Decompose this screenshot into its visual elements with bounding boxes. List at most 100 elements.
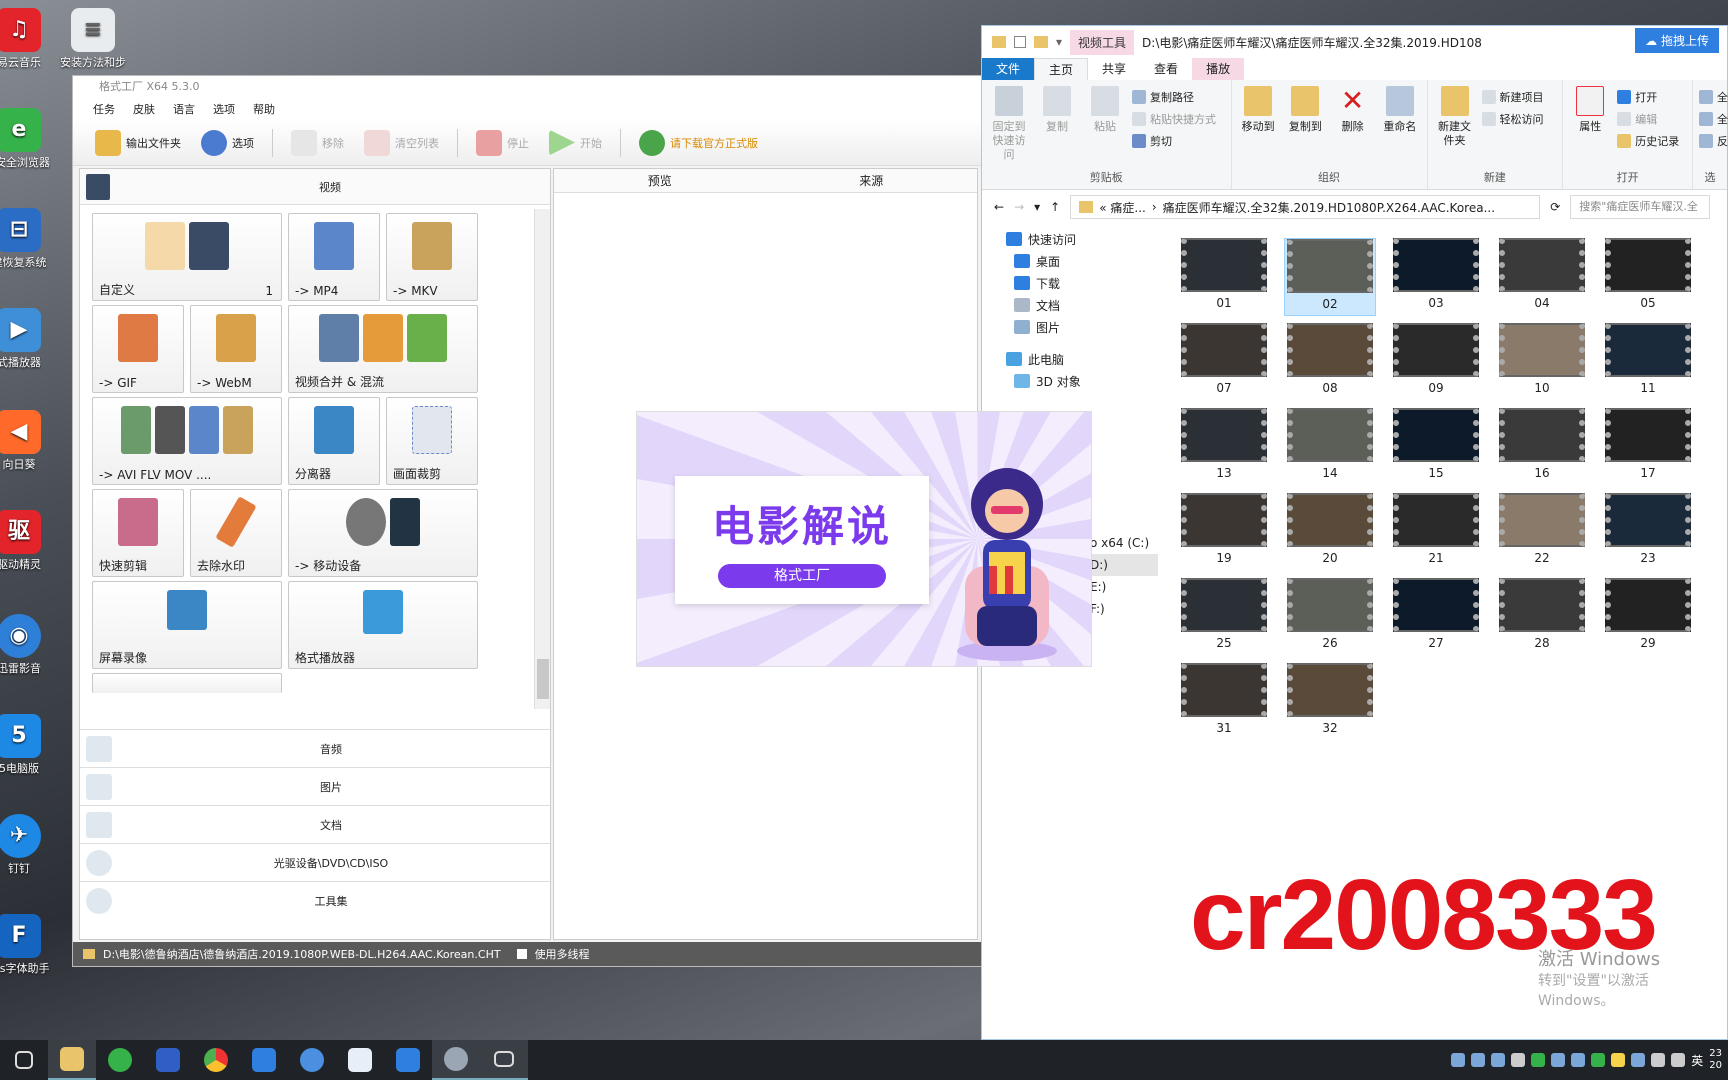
tray-netdisk-icon[interactable]	[1491, 1053, 1506, 1067]
category-image[interactable]: 图片	[80, 767, 550, 805]
tile-avi-flv-mov[interactable]: -> AVI FLV MOV ....	[92, 397, 282, 485]
tab-file[interactable]: 文件	[982, 58, 1035, 80]
context-tab-video-tools[interactable]: 视频工具	[1070, 29, 1135, 55]
desktop-icon-sunflower[interactable]: ◀ 向日葵	[0, 410, 56, 472]
download-notice-link[interactable]: 请下载官方正式版	[631, 129, 766, 156]
desktop-icon-browser[interactable]: e 0安全浏览器	[0, 108, 56, 170]
taskbar-netdisk[interactable]	[336, 1040, 384, 1080]
copy-path-button[interactable]: 复制路径	[1132, 86, 1216, 108]
menu-language[interactable]: 语言	[173, 101, 195, 117]
tray-display-icon[interactable]	[1631, 1053, 1646, 1067]
video-file-thumbnail[interactable]: 25	[1178, 578, 1270, 656]
start-button[interactable]: 开始	[541, 129, 610, 156]
tile-custom[interactable]: 自定义 1	[92, 213, 282, 301]
video-file-thumbnail[interactable]: 28	[1496, 578, 1588, 656]
desktop-icon-doc[interactable]: ≡ 安装方法和步	[56, 8, 130, 70]
video-file-thumbnail[interactable]: 07	[1178, 323, 1270, 401]
tray-security-icon[interactable]	[1591, 1053, 1606, 1067]
output-folder-button[interactable]: 输出文件夹	[87, 129, 189, 156]
tile-partial[interactable]	[92, 673, 282, 693]
desktop-icon-music[interactable]: ♫ 易云音乐	[0, 8, 56, 70]
category-tools[interactable]: 工具集	[80, 881, 550, 919]
category-audio[interactable]: 音频	[80, 729, 550, 767]
cut-button[interactable]: 剪切	[1132, 130, 1216, 152]
remove-button[interactable]: 移除	[283, 129, 352, 156]
column-source[interactable]: 来源	[766, 169, 978, 192]
nav-quick-access[interactable]: 快速访问	[982, 228, 1158, 250]
tile-crop[interactable]: 画面裁剪	[386, 397, 478, 485]
checkbox-icon[interactable]	[1014, 36, 1026, 48]
address-bar[interactable]: « 痛症... › 痛症医师车耀汉.全32集.2019.HD1080P.X264…	[1070, 195, 1541, 219]
nav-desktop[interactable]: 桌面	[982, 250, 1158, 272]
taskbar-format-factory[interactable]	[432, 1040, 480, 1080]
tab-view[interactable]: 查看	[1140, 58, 1192, 80]
refresh-icon[interactable]: ⟳	[1550, 200, 1560, 214]
video-file-thumbnail[interactable]: 17	[1602, 408, 1694, 486]
edit-button[interactable]: 编辑	[1617, 108, 1679, 130]
taskbar-chrome[interactable]	[192, 1040, 240, 1080]
back-arrow-icon[interactable]: ←	[994, 200, 1004, 214]
options-button[interactable]: 选项	[193, 129, 262, 156]
forward-arrow-icon[interactable]: →	[1014, 200, 1024, 214]
tray-cloud-icon[interactable]	[1551, 1053, 1566, 1067]
select-none-button[interactable]: 全	[1698, 108, 1728, 130]
tray-volume-icon[interactable]	[1671, 1053, 1686, 1067]
menu-options[interactable]: 选项	[213, 101, 235, 117]
video-file-thumbnail[interactable]: 04	[1496, 238, 1588, 316]
video-file-thumbnail[interactable]: 05	[1602, 238, 1694, 316]
video-file-thumbnail[interactable]: 13	[1178, 408, 1270, 486]
video-file-thumbnail[interactable]: 03	[1390, 238, 1482, 316]
nav-downloads[interactable]: 下载	[982, 272, 1158, 294]
tray-camera-icon[interactable]	[1451, 1053, 1466, 1067]
taskbar-360-browser[interactable]	[96, 1040, 144, 1080]
video-file-thumbnail[interactable]: 11	[1602, 323, 1694, 401]
menu-skin[interactable]: 皮肤	[133, 101, 155, 117]
desktop-icon-player[interactable]: ▶ 式播放器	[0, 308, 56, 370]
desktop-icon-xunlei[interactable]: ◉ 迅雷影音	[0, 614, 56, 676]
ime-indicator[interactable]: 英	[1691, 1052, 1703, 1069]
taskbar-security[interactable]	[144, 1040, 192, 1080]
video-file-thumbnail[interactable]: 22	[1496, 493, 1588, 571]
task-view-button[interactable]	[0, 1040, 48, 1080]
breadcrumb-parent[interactable]: « 痛症...	[1099, 199, 1146, 216]
taskbar-xunlei[interactable]	[288, 1040, 336, 1080]
open-button[interactable]: 打开	[1617, 86, 1679, 108]
taskbar-explorer[interactable]	[48, 1040, 96, 1080]
invert-selection-button[interactable]: 反	[1698, 130, 1728, 152]
easy-access-button[interactable]: 轻松访问	[1481, 108, 1544, 130]
video-file-thumbnail[interactable]: 31	[1178, 663, 1270, 741]
video-file-thumbnail[interactable]: 10	[1496, 323, 1588, 401]
tile-webm[interactable]: -> WebM	[190, 305, 282, 393]
tray-plus-icon[interactable]	[1611, 1053, 1626, 1067]
video-file-thumbnail[interactable]: 19	[1178, 493, 1270, 571]
video-scrollbar[interactable]	[534, 209, 550, 709]
tile-player[interactable]: 格式播放器	[288, 581, 478, 669]
video-file-thumbnail[interactable]: 02	[1284, 238, 1376, 316]
taskbar-dingtalk[interactable]	[240, 1040, 288, 1080]
video-file-thumbnail[interactable]: 21	[1390, 493, 1482, 571]
video-file-thumbnail[interactable]: 23	[1602, 493, 1694, 571]
tab-play[interactable]: 播放	[1192, 58, 1245, 80]
tab-share[interactable]: 共享	[1088, 58, 1140, 80]
tile-mobile[interactable]: -> 移动设备	[288, 489, 478, 577]
tray-network-icon[interactable]	[1651, 1053, 1666, 1067]
recent-dropdown-icon[interactable]: ▾	[1034, 200, 1040, 214]
video-section-header[interactable]: 视频	[80, 169, 550, 205]
nav-pictures[interactable]: 图片	[982, 316, 1158, 338]
tray-dingtalk-icon[interactable]	[1471, 1053, 1486, 1067]
taskbar-wps[interactable]	[384, 1040, 432, 1080]
tab-home[interactable]: 主页	[1034, 57, 1089, 81]
tile-gif[interactable]: -> GIF	[92, 305, 184, 393]
desktop-icon-5[interactable]: 5 5电脑版	[0, 714, 56, 776]
video-file-thumbnail[interactable]: 01	[1178, 238, 1270, 316]
tile-quick-clip[interactable]: 快速剪辑	[92, 489, 184, 577]
category-document[interactable]: 文档	[80, 805, 550, 843]
quick-access-dropdown-icon[interactable]: ▾	[1056, 35, 1062, 49]
up-arrow-icon[interactable]: ↑	[1050, 200, 1060, 214]
scrollbar-thumb[interactable]	[537, 659, 549, 699]
new-item-button[interactable]: 新建项目	[1481, 86, 1544, 108]
desktop-icon-restore[interactable]: ⊟ 建恢复系统	[0, 208, 56, 270]
video-file-thumbnail[interactable]: 09	[1390, 323, 1482, 401]
taskbar-recorder[interactable]	[480, 1040, 528, 1080]
category-optical[interactable]: 光驱设备\DVD\CD\ISO	[80, 843, 550, 881]
